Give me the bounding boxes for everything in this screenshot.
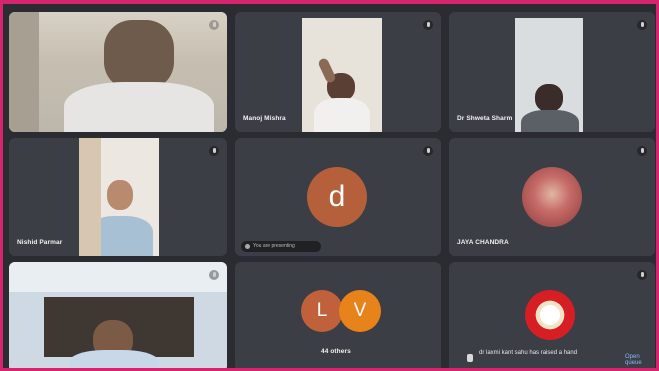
mic-off-icon	[209, 20, 219, 30]
participant-name: Nishid Parmar	[17, 239, 63, 246]
participant-avatar	[525, 290, 575, 340]
mic-off-icon	[209, 270, 219, 280]
participant-name: JAYA CHANDRA	[457, 239, 509, 246]
avatar-initial: L	[316, 300, 328, 321]
participant-tile[interactable]: Nishid Parmar	[9, 138, 227, 256]
video-call-grid: Manoj Mishra Dr Shweta Sharm Nishid Parm…	[0, 0, 659, 371]
participant-video	[9, 262, 227, 368]
participant-tile[interactable]: d You are presenting	[235, 138, 441, 256]
participant-video	[79, 138, 159, 256]
others-count: 44 others	[321, 348, 351, 355]
mic-off-icon	[423, 146, 433, 156]
presenting-pill: You are presenting	[241, 241, 321, 252]
participant-tile[interactable]: JAYA CHANDRA	[449, 138, 655, 256]
participant-tile[interactable]: Manoj Mishra	[235, 12, 441, 132]
avatar-initial: d	[328, 180, 346, 213]
participant-avatar	[522, 167, 582, 227]
participant-tile[interactable]	[9, 12, 227, 132]
mic-off-icon	[209, 146, 219, 156]
participant-video	[9, 12, 227, 132]
participant-avatar: L	[301, 290, 343, 332]
mic-off-icon	[637, 270, 647, 280]
participant-avatar: d	[307, 167, 367, 227]
participant-avatar: V	[339, 290, 381, 332]
mic-off-icon	[637, 20, 647, 30]
participant-name: Manoj Mishra	[243, 115, 286, 122]
mic-off-icon	[637, 146, 647, 156]
others-tile[interactable]: L V 44 others	[235, 262, 441, 368]
hand-raised-notification: dr laxmi kant sahu has raised a hand	[479, 350, 578, 356]
participant-tile[interactable]: dr laxmi kant sahu has raised a hand Ope…	[449, 262, 655, 368]
avatar-initial: V	[353, 300, 367, 321]
hand-raised-icon	[467, 354, 473, 362]
open-queue-link[interactable]: Open queue	[625, 354, 655, 366]
participant-video	[515, 18, 583, 132]
participant-name: Dr Shweta Sharm	[457, 115, 513, 122]
participant-video	[302, 18, 382, 132]
participant-tile[interactable]	[9, 262, 227, 368]
participant-tile[interactable]: Dr Shweta Sharm	[449, 12, 655, 132]
mic-off-icon	[423, 20, 433, 30]
